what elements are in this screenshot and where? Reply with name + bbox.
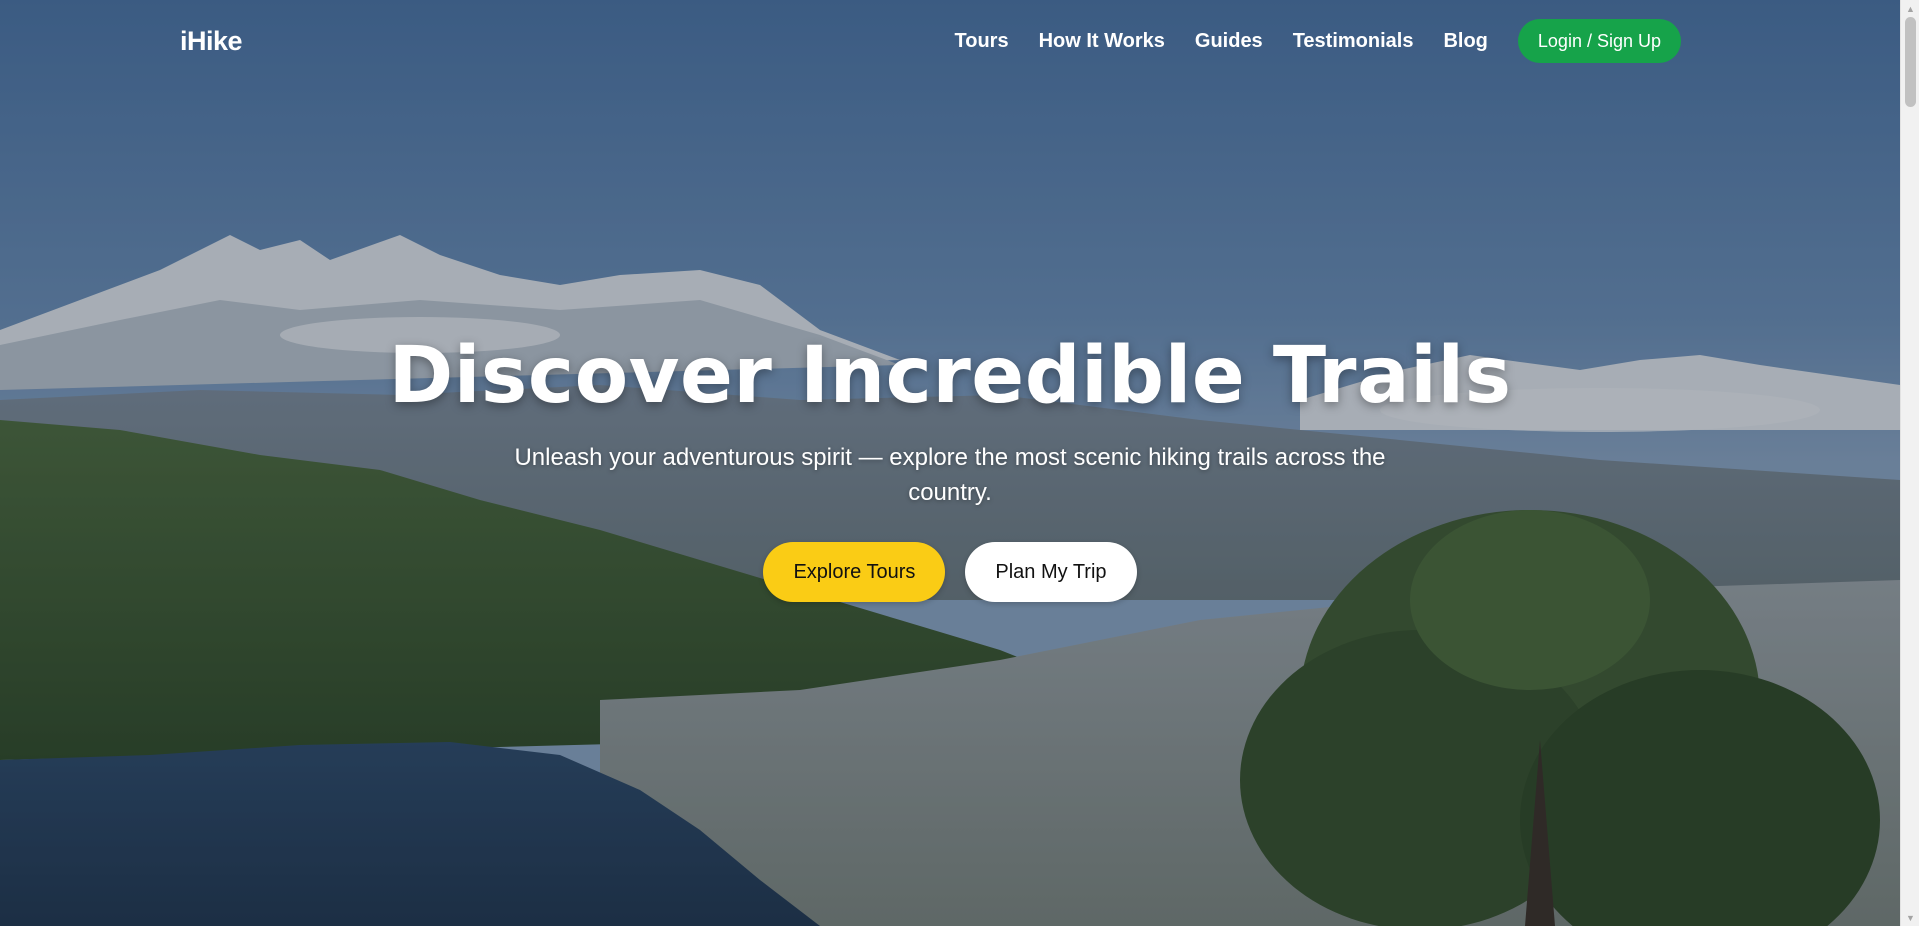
explore-tours-button[interactable]: Explore Tours	[763, 542, 946, 602]
site-logo[interactable]: iHike	[180, 26, 243, 57]
navbar: iHike Tours How It Works Guides Testimon…	[0, 0, 1900, 84]
scrollbar-thumb[interactable]	[1905, 17, 1916, 107]
scroll-down-arrow-icon[interactable]: ▼	[1901, 909, 1919, 926]
hero-subtitle: Unleash your adventurous spirit — explor…	[514, 444, 1386, 506]
vertical-scrollbar[interactable]: ▲ ▼	[1900, 0, 1919, 926]
nav-link-tours[interactable]: Tours	[955, 30, 1009, 53]
nav-link-how-it-works[interactable]: How It Works	[1039, 30, 1165, 53]
nav-link-testimonials[interactable]: Testimonials	[1293, 30, 1414, 53]
landing-page: iHike Tours How It Works Guides Testimon…	[0, 0, 1919, 926]
hero-section: Discover Incredible Trails Unleash your …	[0, 330, 1900, 602]
hero-buttons: Explore Tours Plan My Trip	[0, 542, 1900, 602]
nav-link-blog[interactable]: Blog	[1443, 30, 1487, 53]
nav-link-guides[interactable]: Guides	[1195, 30, 1263, 53]
plan-my-trip-button[interactable]: Plan My Trip	[965, 542, 1137, 602]
nav-links: Tours How It Works Guides Testimonials B…	[955, 19, 1681, 63]
scroll-up-arrow-icon[interactable]: ▲	[1901, 0, 1919, 17]
hero-title: Discover Incredible Trails	[388, 331, 1512, 421]
login-signup-button[interactable]: Login / Sign Up	[1517, 19, 1681, 63]
